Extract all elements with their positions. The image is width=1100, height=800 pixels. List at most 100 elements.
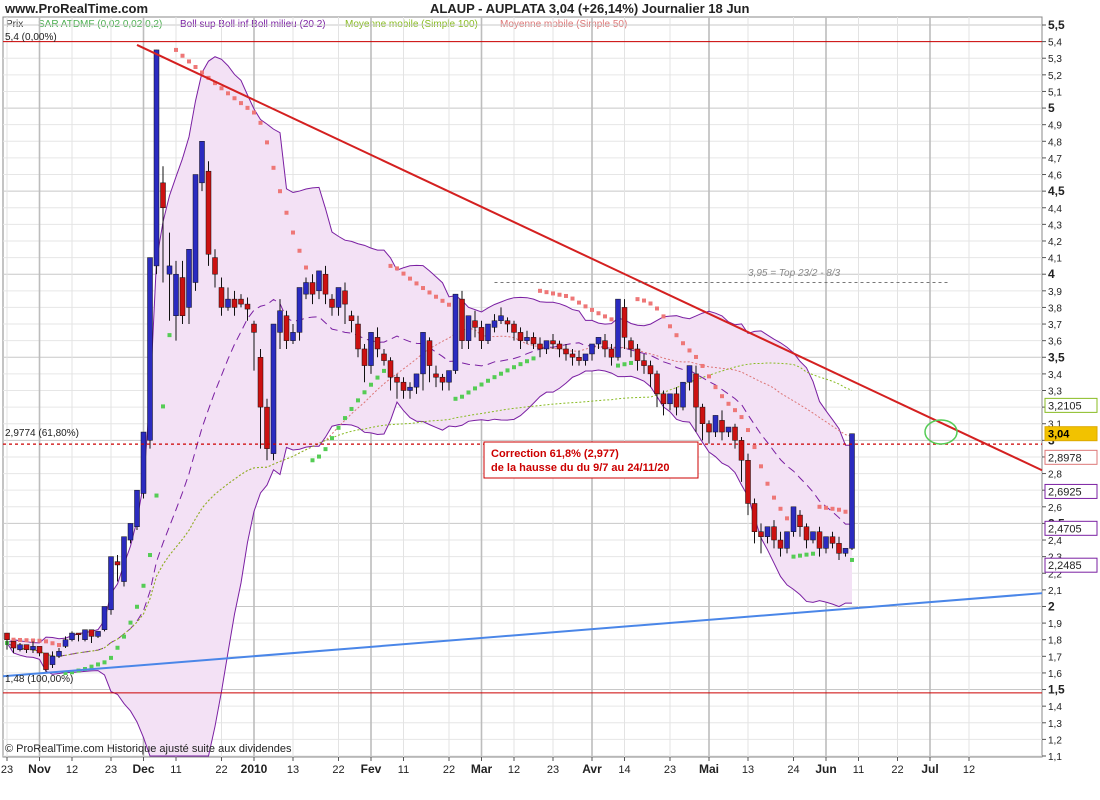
sar-dot: [330, 436, 334, 441]
candle-body: [140, 431, 147, 494]
sar-dot: [538, 288, 542, 293]
candle-body: [420, 332, 426, 375]
candle-body: [160, 182, 166, 208]
sar-dot: [187, 59, 191, 64]
sar-dot: [622, 362, 627, 367]
value-badge-label: 2,8978: [1048, 452, 1082, 464]
candle-body: [43, 652, 49, 670]
x-tick-label: 11: [170, 764, 181, 776]
sar-dot: [317, 454, 321, 459]
candle-body: [335, 287, 342, 308]
candle-body: [446, 370, 452, 383]
candle-body: [556, 343, 563, 350]
sar-dot: [96, 662, 100, 667]
sar-dot: [362, 390, 367, 395]
x-tick-label: 23: [105, 764, 117, 776]
candle-body: [95, 631, 101, 637]
candle-body: [660, 393, 667, 405]
sar-dot: [564, 293, 568, 298]
sar-dot: [694, 354, 698, 359]
y-tick-label: 1,5: [1048, 683, 1065, 697]
sar-dot: [414, 281, 419, 286]
y-tick-label: 4,5: [1048, 184, 1065, 198]
sar-dot: [772, 495, 776, 500]
y-tick-label: 3,9: [1048, 287, 1062, 298]
sar-dot: [570, 296, 575, 301]
candle-body: [732, 426, 738, 441]
x-tick-label: 23: [1, 764, 13, 776]
y-tick-label: 3,8: [1048, 303, 1062, 314]
sar-dot: [726, 401, 731, 406]
sar-dot: [785, 516, 789, 521]
sar-dot: [531, 356, 536, 361]
candle-body: [712, 415, 719, 433]
y-tick-label: 4,4: [1048, 204, 1062, 215]
candle-body: [576, 357, 582, 361]
candle-body: [537, 343, 543, 350]
x-tick-label: Nov: [28, 762, 51, 776]
candle-body: [465, 315, 472, 341]
sar-dot: [518, 362, 523, 367]
sar-dot: [668, 324, 672, 329]
candle-body: [608, 348, 615, 358]
candle-body: [517, 332, 524, 341]
sar-dot: [733, 408, 737, 413]
candle-body: [621, 307, 628, 338]
x-tick-label: Jul: [921, 762, 938, 776]
y-tick-label: 4,9: [1048, 121, 1062, 132]
sar-dot: [50, 641, 55, 646]
candle-body: [296, 287, 303, 333]
sar-dot: [421, 286, 425, 291]
candle-body: [114, 561, 121, 566]
x-tick-label: 13: [287, 764, 299, 776]
sar-dot: [616, 363, 620, 368]
sar-dot: [596, 311, 601, 316]
candle-body: [108, 556, 114, 611]
candle-body: [751, 503, 758, 532]
candle-body: [693, 373, 699, 408]
candle-body: [394, 376, 400, 383]
candle-body: [30, 646, 36, 650]
sar-dot: [830, 506, 835, 511]
sar-dot: [817, 504, 822, 509]
y-tick-label: 1,3: [1048, 719, 1062, 730]
candle-body: [368, 332, 374, 366]
sar-dot: [115, 645, 120, 650]
candle-body: [407, 386, 413, 391]
site-logo[interactable]: www.ProRealTime.com: [4, 1, 148, 16]
sar-dot: [102, 660, 107, 665]
x-tick-label: 12: [508, 764, 520, 776]
candle-body: [153, 49, 160, 267]
y-tick-label: 2,4: [1048, 536, 1062, 547]
sar-dot: [388, 263, 393, 268]
candle-body: [628, 340, 634, 350]
candle-body: [56, 651, 62, 657]
sar-dot: [453, 396, 458, 401]
sar-dot: [408, 276, 412, 281]
sar-dot: [297, 248, 302, 253]
fib-lower-label: 1,48 (100,00%): [5, 674, 73, 685]
sar-dot: [323, 447, 328, 452]
sar-dot: [161, 404, 165, 409]
x-tick-label: Avr: [582, 762, 602, 776]
sar-dot: [629, 360, 633, 365]
x-tick-label: 12: [963, 764, 975, 776]
candle-body: [777, 539, 784, 549]
sar-dot: [382, 368, 386, 373]
x-tick-label: 2010: [241, 762, 268, 776]
candle-body: [810, 531, 816, 541]
sar-dot: [804, 552, 809, 557]
sar-dot: [148, 553, 152, 558]
candle-body: [680, 381, 686, 408]
sar-dot: [466, 390, 471, 395]
candle-body: [524, 337, 530, 341]
candle-body: [264, 406, 270, 449]
candle-body: [745, 460, 751, 504]
x-tick-label: 13: [742, 764, 754, 776]
candle-body: [673, 393, 680, 408]
candle-body: [426, 340, 433, 366]
candle-body: [186, 249, 192, 308]
y-tick-label: 5: [1048, 101, 1055, 115]
candle-body: [101, 606, 108, 630]
sar-dot: [486, 378, 490, 383]
